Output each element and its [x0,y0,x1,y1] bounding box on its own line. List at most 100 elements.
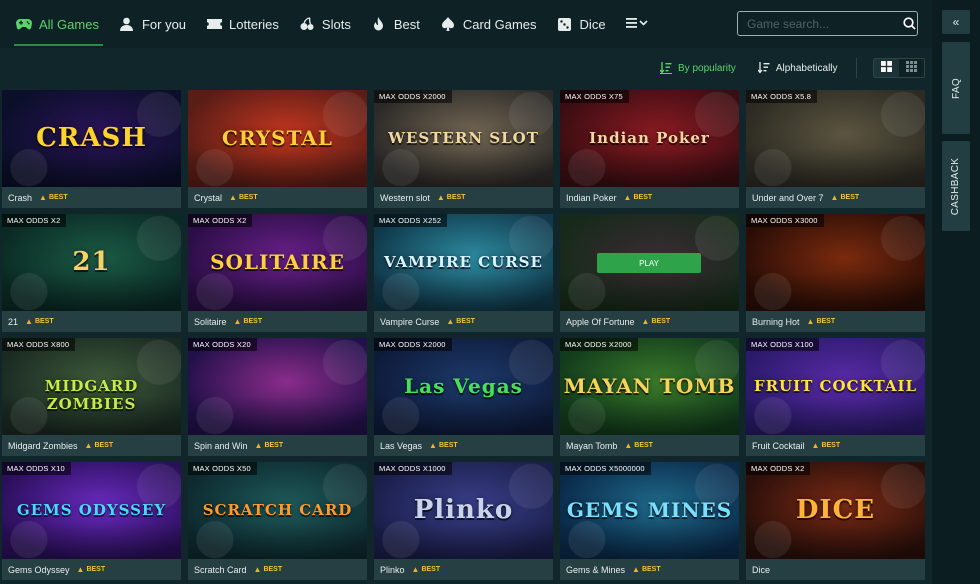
sort-by-popularity-button[interactable]: By popularity [660,62,736,74]
game-caption: Spin and Win ▲ BEST [188,435,367,456]
game-thumbnail: SOLITAIRE MAX ODDS X2 [188,214,367,311]
tab-for-you[interactable]: For you [115,0,196,48]
best-label: BEST [263,566,283,573]
casino-games-page: All Games For you Lotteries Slots Best C… [0,0,980,584]
small-grid-view-button[interactable] [899,59,924,77]
tab-lotteries[interactable]: Lotteries [202,0,289,48]
best-badge: ▲ BEST [632,565,661,574]
tab-label: Slots [321,16,351,32]
game-card-spin-and-win[interactable]: MAX ODDS X20 Spin and Win ▲ BEST [188,338,367,456]
game-caption: Plinko ▲ BEST [374,559,553,580]
game-title: Apple Of Fortune [566,316,635,327]
game-title: Spin and Win [194,440,248,451]
game-thumbnail: CRYSTAL [188,90,367,187]
sort-alphabetically-button[interactable]: Alphabetically [757,62,838,74]
max-odds-badge: MAX ODDS X1000 [374,462,452,475]
game-caption: Midgard Zombies ▲ BEST [2,435,181,456]
flame-icon: ▲ [229,193,237,202]
game-card-crystal[interactable]: CRYSTAL Crystal ▲ BEST [188,90,367,208]
best-badge: ▲ BEST [812,441,841,450]
game-thumbnail: Indian Poker MAX ODDS X75 [560,90,739,187]
max-odds-badge: MAX ODDS X2000 [374,338,452,351]
cashback-tab[interactable]: CASHBACK [942,141,970,231]
search-input[interactable] [738,16,902,31]
game-logo-text: FRUIT COCKTAIL [753,376,918,395]
game-title: Solitaire [194,316,227,327]
best-label: BEST [238,194,258,201]
tab-card-games[interactable]: Card Games [436,0,547,48]
more-categories-button[interactable] [622,0,658,48]
flame-icon: ▲ [641,317,650,326]
max-odds-badge: MAX ODDS X2000 [560,338,638,351]
game-card-apple-of-fortune[interactable]: PLAY Apple Of Fortune ▲ BEST [560,214,739,332]
game-title: Western slot [380,192,430,203]
game-card-vampire-curse[interactable]: VAMPIRE CURSE MAX ODDS X252 Vampire Curse ▲… [374,214,553,332]
cashback-label: CASHBACK [950,157,962,215]
game-card-solitaire[interactable]: SOLITAIRE MAX ODDS X2 Solitaire ▲ BEST [188,214,367,332]
search-icon[interactable] [902,17,917,30]
game-card-gems-mines[interactable]: GEMS MINES MAX ODDS X5000000 Gems & Mines ▲… [560,462,739,580]
tab-all-games[interactable]: All Games [12,0,109,48]
flame-icon: ▲ [623,193,632,202]
divider [856,58,857,78]
best-badge: ▲ BEST [254,565,283,574]
game-card-21[interactable]: 21 MAX ODDS X2 21 ▲ BEST [2,214,181,332]
tab-label: For you [141,16,187,32]
max-odds-badge: MAX ODDS X2 [746,462,811,475]
best-badge: ▲ BEST [85,441,114,450]
best-label: BEST [421,566,441,573]
menu-chevron-icon [625,17,648,32]
flame-icon: ▲ [429,441,437,450]
best-label: BEST [48,194,68,201]
best-label: BEST [840,194,860,201]
game-caption: Solitaire ▲ BEST [188,311,367,332]
game-card-burning-hot[interactable]: MAX ODDS X3000 Burning Hot ▲ BEST [746,214,925,332]
tab-slots[interactable]: Slots [295,0,361,48]
game-card-gems-odyssey[interactable]: GEMS ODYSSEY MAX ODDS X10 Gems Odyssey ▲ BES… [2,462,181,580]
best-label: BEST [456,318,475,325]
flame-icon: ▲ [830,193,839,202]
game-caption: Under and Over 7 ▲ BEST [746,187,925,208]
gamepad-icon [16,17,32,31]
spade-icon [440,17,456,31]
best-badge: ▲ BEST [437,193,466,202]
game-logo-text: Las Vegas [404,374,523,398]
sort-label: Alphabetically [775,62,838,74]
collapse-sidebar-button[interactable]: « [942,10,970,34]
game-card-crash[interactable]: CRASH Crash ▲ BEST [2,90,181,208]
tab-dice[interactable]: Dice [553,0,616,48]
game-card-fruit-cocktail[interactable]: FRUIT COCKTAIL MAX ODDS X100 Fruit Cocktai… [746,338,925,456]
best-label: BEST [633,194,653,201]
best-label: BEST [34,318,54,325]
tab-best[interactable]: Best [367,0,430,48]
flame-icon: ▲ [84,441,93,450]
game-card-las-vegas[interactable]: Las Vegas MAX ODDS X2000 Las Vegas ▲ BEST [374,338,553,456]
best-label: BEST [634,442,653,449]
game-title: Gems Odyssey [8,564,70,575]
tab-label: Dice [579,16,606,32]
game-card-dice[interactable]: DICE MAX ODDS X2 Dice [746,462,925,580]
game-card-under-and-over-7[interactable]: MAX ODDS X5.8 Under and Over 7 ▲ BEST [746,90,925,208]
game-logo-text: Indian Poker [589,128,710,147]
game-caption: Scratch Card ▲ BEST [188,559,367,580]
game-logo-text: GEMS MINES [566,498,733,522]
best-badge: ▲ BEST [234,317,263,326]
play-button[interactable]: PLAY [597,253,701,273]
faq-tab[interactable]: FAQ [942,42,970,134]
game-title: Fruit Cocktail [752,440,805,451]
best-label: BEST [446,194,466,201]
best-label: BEST [816,318,836,325]
large-grid-view-button[interactable] [874,59,899,77]
game-card-scratch-card[interactable]: SCRATCH CARD MAX ODDS X50 Scratch Card ▲ BES… [188,462,367,580]
game-thumbnail: FRUIT COCKTAIL MAX ODDS X100 [746,338,925,435]
sort-label: By popularity [678,62,736,74]
game-card-western-slot[interactable]: WESTERN SLOT MAX ODDS X2000 Western slot ▲ B… [374,90,553,208]
game-card-midgard-zombies[interactable]: MIDGARD ZOMBIES MAX ODDS X800 Midgard Zomb… [2,338,181,456]
game-card-indian-poker[interactable]: Indian Poker MAX ODDS X75 Indian Poker ▲ BES… [560,90,739,208]
game-caption: 21 ▲ BEST [2,311,181,332]
best-label: BEST [94,442,114,449]
max-odds-badge: MAX ODDS X800 [2,338,76,351]
game-card-plinko[interactable]: Plinko MAX ODDS X1000 Plinko ▲ BEST [374,462,553,580]
game-card-mayan-tomb[interactable]: MAYAN TOMB MAX ODDS X2000 Mayan Tomb ▲ BEST [560,338,739,456]
game-title: Crystal [194,192,223,203]
